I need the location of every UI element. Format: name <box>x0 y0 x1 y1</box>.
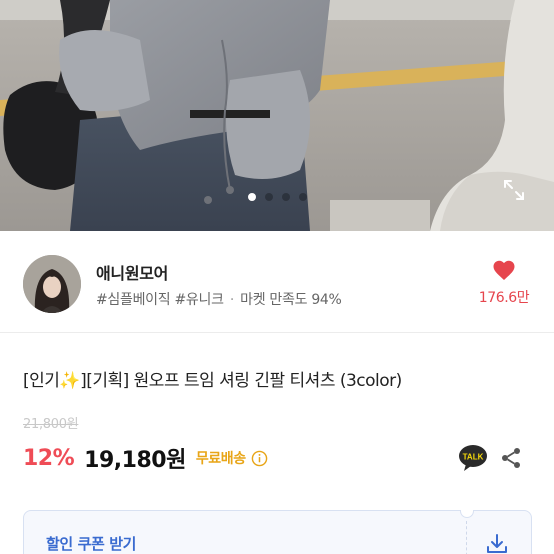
coupon-notch <box>460 510 474 518</box>
gallery-dot[interactable] <box>264 193 273 201</box>
seller-avatar[interactable] <box>23 255 81 313</box>
like-count: 176.6만 <box>478 290 530 306</box>
product-title: [인기✨][기획] 원오프 트임 셔링 긴팔 티셔츠 (3color) <box>23 371 402 391</box>
seller-tags: #심플베이직 #유니크 <box>96 292 224 308</box>
gallery-dot[interactable] <box>281 193 290 201</box>
info-icon[interactable] <box>251 450 268 467</box>
expand-icon[interactable] <box>502 178 526 202</box>
coupon-label[interactable]: 할인 쿠폰 받기 <box>46 533 136 554</box>
share-icon[interactable] <box>499 446 523 470</box>
kakao-talk-icon[interactable]: TALK <box>458 444 488 472</box>
seller-section[interactable]: 애니원모어 #심플베이직 #유니크 · 마켓 만족도 94% 176.6만 <box>0 231 554 333</box>
coupon-divider <box>466 521 467 554</box>
avatar-image <box>23 255 81 313</box>
gallery-dot[interactable] <box>298 193 307 201</box>
seller-meta: #심플베이직 #유니크 · 마켓 만족도 94% <box>96 289 342 309</box>
download-icon[interactable] <box>484 531 510 554</box>
gallery-pagination <box>0 193 554 201</box>
product-photo[interactable] <box>0 0 554 231</box>
sale-price: 19,180원 <box>84 448 186 473</box>
gallery-dot-active[interactable] <box>247 193 256 201</box>
like-button[interactable]: 176.6만 <box>474 259 534 307</box>
original-price: 21,800원 <box>23 417 79 432</box>
seller-name[interactable]: 애니원모어 <box>96 260 168 284</box>
discount-rate: 12% <box>23 445 75 471</box>
coupon-banner[interactable]: 할인 쿠폰 받기 <box>23 510 532 554</box>
heart-icon <box>493 260 515 280</box>
seller-satisfaction: 마켓 만족도 94% <box>240 292 342 308</box>
meta-separator: · <box>229 292 234 308</box>
price-row: 12% 19,180원 무료배송 <box>23 443 268 473</box>
talk-label: TALK <box>463 453 484 462</box>
free-shipping-label: 무료배송 <box>195 451 246 467</box>
